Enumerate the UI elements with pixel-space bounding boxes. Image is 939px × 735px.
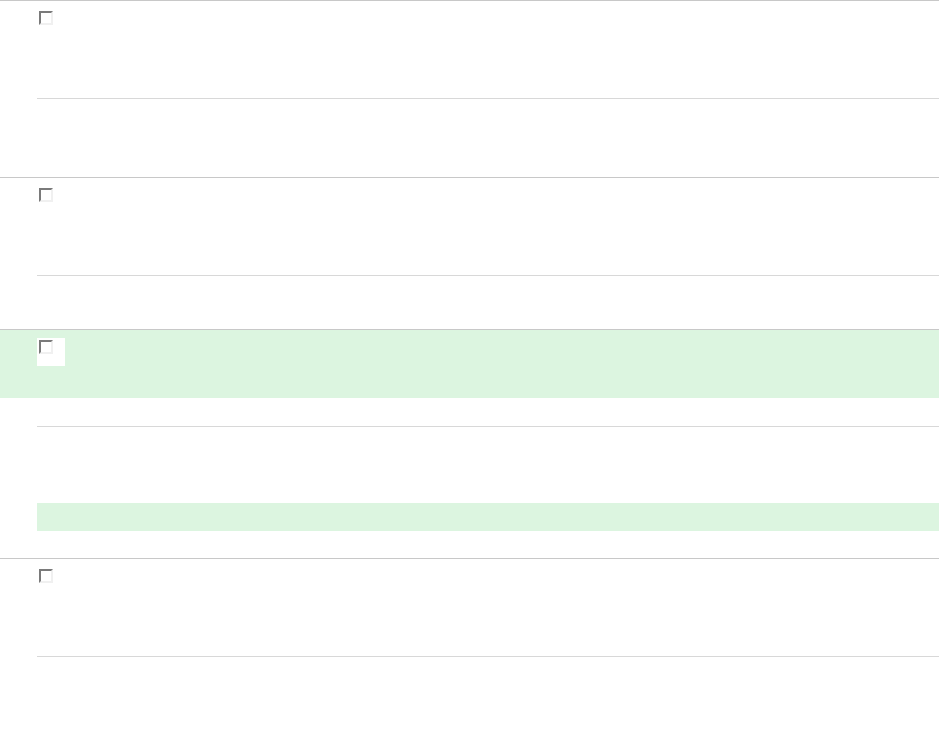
segment-body-area xyxy=(37,99,939,177)
segment-body-area xyxy=(37,657,939,735)
placeholder-icon[interactable] xyxy=(37,9,55,27)
list-container xyxy=(0,0,939,735)
list-segment xyxy=(0,178,939,330)
segment-header-area-highlighted xyxy=(0,330,939,398)
placeholder-icon[interactable] xyxy=(37,567,55,585)
highlight-strip xyxy=(37,503,939,531)
list-segment xyxy=(0,559,939,735)
segment-header-area xyxy=(0,178,939,275)
gap xyxy=(0,398,939,426)
segment-header-area xyxy=(0,1,939,98)
list-segment-highlighted xyxy=(0,330,939,559)
segment-body-area xyxy=(0,427,939,503)
segment-body-area xyxy=(37,276,939,329)
placeholder-icon[interactable] xyxy=(37,338,55,356)
segment-header-area xyxy=(0,559,939,656)
gap xyxy=(0,531,939,558)
placeholder-icon[interactable] xyxy=(37,186,55,204)
icon-white-wrap xyxy=(37,338,65,366)
list-segment xyxy=(0,1,939,178)
